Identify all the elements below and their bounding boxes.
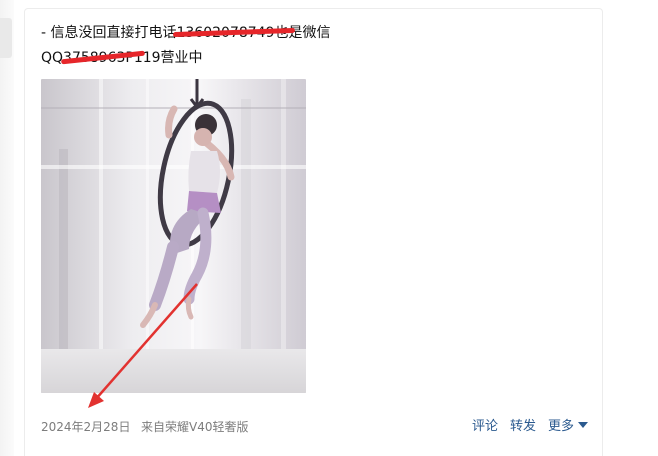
sidebar-collapse-tab[interactable] — [0, 18, 12, 58]
left-sidebar-strip — [0, 0, 14, 456]
post-photo[interactable] — [41, 79, 306, 393]
post-card: - 信息没回直接打电话13602078749也是微信 QQ3758963P119… — [24, 8, 603, 456]
post-source[interactable]: 来自荣耀V40轻奢版 — [141, 418, 248, 436]
chevron-down-icon — [578, 422, 588, 428]
forward-button[interactable]: 转发 — [510, 418, 536, 436]
aerial-hoop-photo — [41, 79, 306, 393]
more-label: 更多 — [547, 419, 574, 434]
post-actions: 评论 转发 更多 — [472, 418, 588, 436]
comment-button[interactable]: 评论 — [472, 418, 498, 436]
more-button[interactable]: 更多 — [548, 418, 588, 436]
post-date[interactable]: 2024年2月28日 — [41, 418, 130, 436]
post-footer: 2024年2月28日 来自荣耀V40轻奢版 评论 转发 更多 — [41, 418, 588, 436]
